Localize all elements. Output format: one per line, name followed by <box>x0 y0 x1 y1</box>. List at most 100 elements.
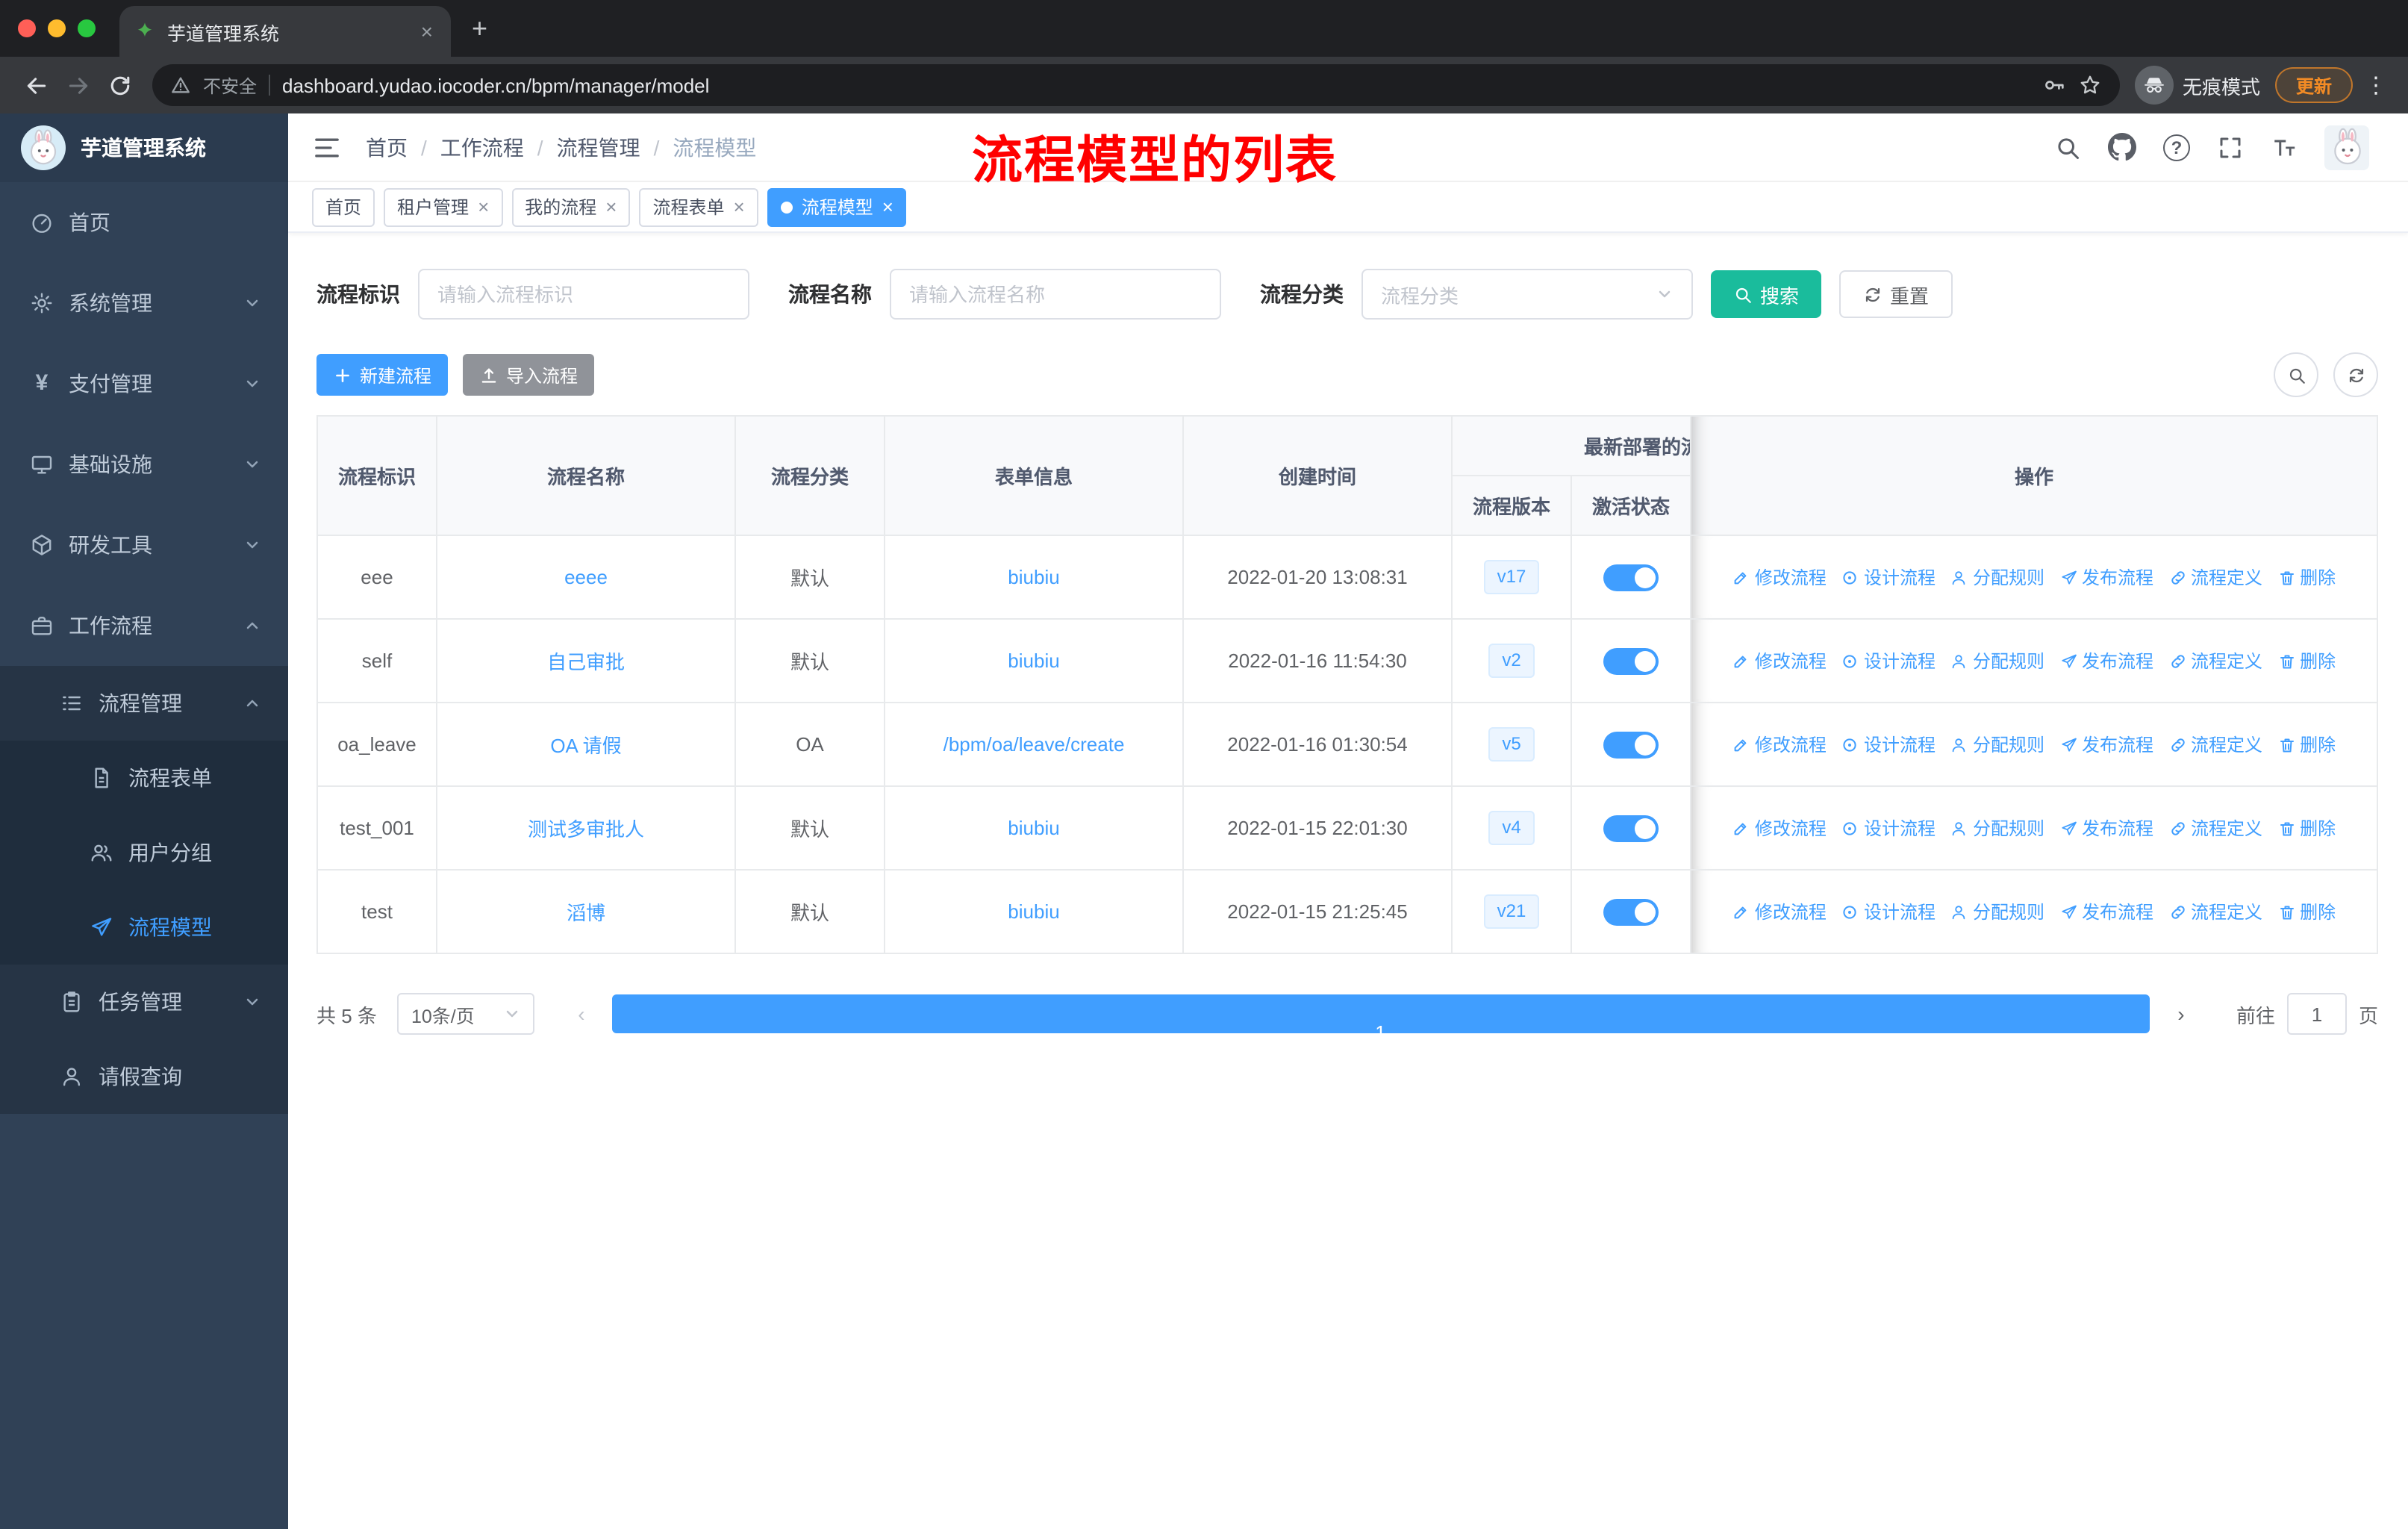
prev-page-button[interactable]: ‹ <box>562 994 601 1033</box>
form-info-link[interactable]: biubiu <box>1008 650 1059 672</box>
sidebar-item-workflow[interactable]: 工作流程 <box>0 585 288 666</box>
minimize-window-button[interactable] <box>48 19 66 37</box>
sidebar-item-process-form[interactable]: 流程表单 <box>0 741 288 815</box>
row-action-assign[interactable]: 分配规则 <box>1950 648 2044 673</box>
active-toggle[interactable] <box>1603 815 1659 841</box>
active-toggle[interactable] <box>1603 564 1659 591</box>
row-action-definition[interactable]: 流程定义 <box>2168 732 2262 757</box>
row-action-assign[interactable]: 分配规则 <box>1950 899 2044 924</box>
tag-tenant-management[interactable]: 租户管理 × <box>384 187 503 226</box>
row-action-delete[interactable]: 删除 <box>2277 648 2336 673</box>
help-icon[interactable]: ? <box>2163 134 2190 161</box>
row-action-publish[interactable]: 发布流程 <box>2059 732 2153 757</box>
row-action-modify[interactable]: 修改流程 <box>1732 564 1827 590</box>
form-info-link[interactable]: biubiu <box>1008 566 1059 588</box>
create-process-button[interactable]: 新建流程 <box>316 354 449 396</box>
app-logo[interactable]: 芋道管理系统 <box>0 113 288 182</box>
maximize-window-button[interactable] <box>78 19 96 37</box>
tag-process-model[interactable]: 流程模型 × <box>767 187 907 226</box>
goto-page-input[interactable] <box>2286 993 2347 1035</box>
tag-my-process[interactable]: 我的流程 × <box>511 187 631 226</box>
sidebar-item-task-management[interactable]: 任务管理 <box>0 965 288 1039</box>
breadcrumb-item[interactable]: 流程管理 <box>557 132 640 162</box>
browser-menu-icon[interactable]: ⋮ <box>2353 72 2393 99</box>
tag-process-form[interactable]: 流程表单 × <box>639 187 758 226</box>
row-action-delete[interactable]: 删除 <box>2277 899 2336 924</box>
form-info-link[interactable]: biubiu <box>1008 817 1059 839</box>
collapse-sidebar-button[interactable] <box>288 132 366 162</box>
github-icon[interactable] <box>2108 133 2136 161</box>
process-name-input[interactable] <box>890 269 1221 320</box>
process-name-link[interactable]: OA 请假 <box>550 735 621 757</box>
sidebar-item-dev-tools[interactable]: 研发工具 <box>0 505 288 585</box>
row-action-modify[interactable]: 修改流程 <box>1732 648 1827 673</box>
fullscreen-icon[interactable] <box>2217 134 2244 161</box>
process-name-link[interactable]: 自己审批 <box>547 651 625 673</box>
row-action-definition[interactable]: 流程定义 <box>2168 899 2262 924</box>
row-action-delete[interactable]: 删除 <box>2277 564 2336 590</box>
row-action-publish[interactable]: 发布流程 <box>2059 815 2153 841</box>
row-action-design[interactable]: 设计流程 <box>1841 899 1936 924</box>
sidebar-item-home[interactable]: 首页 <box>0 182 288 263</box>
sidebar-item-process-model[interactable]: 流程模型 <box>0 890 288 965</box>
row-action-assign[interactable]: 分配规则 <box>1950 815 2044 841</box>
row-action-definition[interactable]: 流程定义 <box>2168 815 2262 841</box>
row-action-delete[interactable]: 删除 <box>2277 815 2336 841</box>
form-info-link[interactable]: /bpm/oa/leave/create <box>943 733 1125 756</box>
row-action-design[interactable]: 设计流程 <box>1841 732 1936 757</box>
page-size-select[interactable]: 10条/页 <box>397 993 535 1035</box>
next-page-button[interactable]: › <box>2162 994 2200 1033</box>
sidebar-item-user-group[interactable]: 用户分组 <box>0 815 288 890</box>
tab-close-icon[interactable]: × <box>418 21 436 42</box>
toggle-search-button[interactable] <box>2274 352 2318 397</box>
address-bar[interactable]: 不安全 dashboard.yudao.iocoder.cn/bpm/manag… <box>152 64 2120 106</box>
reload-button[interactable] <box>99 64 140 106</box>
tag-close-icon[interactable]: × <box>882 196 893 218</box>
font-size-icon[interactable] <box>2271 134 2298 161</box>
active-toggle[interactable] <box>1603 647 1659 674</box>
reset-button[interactable]: 重置 <box>1839 270 1953 318</box>
breadcrumb-item[interactable]: 首页 <box>366 132 408 162</box>
process-name-link[interactable]: 测试多审批人 <box>528 818 644 841</box>
process-key-input[interactable] <box>418 269 749 320</box>
process-name-link[interactable]: eeee <box>564 566 608 588</box>
row-action-design[interactable]: 设计流程 <box>1841 648 1936 673</box>
tag-close-icon[interactable]: × <box>478 196 489 218</box>
row-action-delete[interactable]: 删除 <box>2277 732 2336 757</box>
search-button[interactable]: 搜索 <box>1711 270 1822 318</box>
row-action-definition[interactable]: 流程定义 <box>2168 648 2262 673</box>
tag-close-icon[interactable]: × <box>734 196 745 218</box>
password-key-icon[interactable] <box>2042 73 2066 97</box>
category-select[interactable]: 流程分类 <box>1361 269 1693 320</box>
sidebar-item-leave-query[interactable]: 请假查询 <box>0 1039 288 1114</box>
table-refresh-button[interactable] <box>2333 352 2378 397</box>
row-action-assign[interactable]: 分配规则 <box>1950 564 2044 590</box>
back-button[interactable] <box>15 64 57 106</box>
tag-close-icon[interactable]: × <box>605 196 617 218</box>
forward-button[interactable] <box>57 64 99 106</box>
form-info-link[interactable]: biubiu <box>1008 900 1059 923</box>
new-tab-button[interactable]: + <box>451 13 487 44</box>
sidebar-item-system-management[interactable]: 系统管理 <box>0 263 288 343</box>
row-action-modify[interactable]: 修改流程 <box>1732 815 1827 841</box>
row-action-definition[interactable]: 流程定义 <box>2168 564 2262 590</box>
active-toggle[interactable] <box>1603 898 1659 925</box>
row-action-design[interactable]: 设计流程 <box>1841 564 1936 590</box>
page-1-button[interactable]: 1 <box>612 994 2150 1033</box>
breadcrumb-item[interactable]: 工作流程 <box>440 132 524 162</box>
row-action-publish[interactable]: 发布流程 <box>2059 564 2153 590</box>
tag-home[interactable]: 首页 <box>312 187 375 226</box>
row-action-modify[interactable]: 修改流程 <box>1732 732 1827 757</box>
sidebar-item-process-management[interactable]: 流程管理 <box>0 666 288 741</box>
sidebar-item-payment-management[interactable]: ¥ 支付管理 <box>0 343 288 424</box>
row-action-design[interactable]: 设计流程 <box>1841 815 1936 841</box>
search-icon[interactable] <box>2054 134 2081 161</box>
bookmark-star-icon[interactable] <box>2078 73 2102 97</box>
row-action-assign[interactable]: 分配规则 <box>1950 732 2044 757</box>
update-button[interactable]: 更新 <box>2274 67 2353 103</box>
row-action-modify[interactable]: 修改流程 <box>1732 899 1827 924</box>
browser-tab[interactable]: 芋道管理系统 × <box>119 6 451 57</box>
row-action-publish[interactable]: 发布流程 <box>2059 648 2153 673</box>
import-process-button[interactable]: 导入流程 <box>463 354 595 396</box>
process-name-link[interactable]: 滔博 <box>567 902 605 924</box>
